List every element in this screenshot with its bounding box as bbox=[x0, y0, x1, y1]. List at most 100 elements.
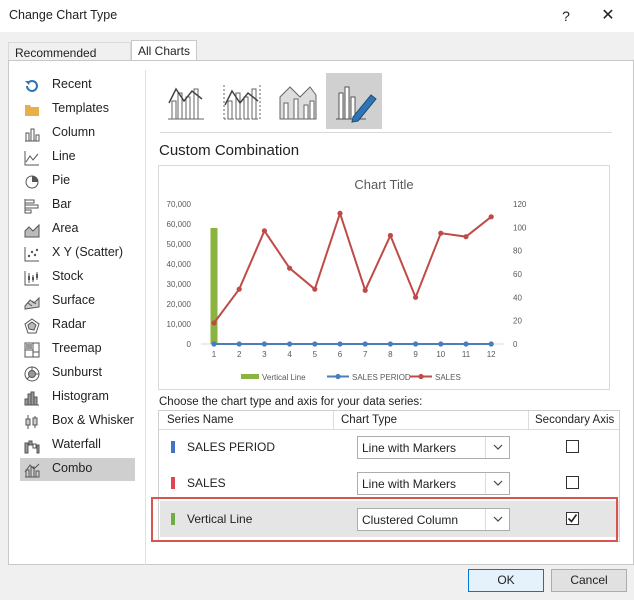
legend-label: Vertical Line bbox=[262, 373, 306, 382]
y-right-tick-label: 0 bbox=[513, 340, 518, 349]
chart-type-box-whisker[interactable]: Box & Whisker bbox=[20, 410, 135, 433]
combo-subtype-clustered-column-line[interactable] bbox=[158, 73, 214, 129]
chart-type-value: Line with Markers bbox=[362, 441, 457, 455]
combo-area-column-icon bbox=[279, 86, 317, 120]
chart-type-scatter[interactable]: X Y (Scatter) bbox=[20, 242, 135, 265]
data-point bbox=[463, 234, 469, 240]
treemap-icon bbox=[24, 342, 40, 358]
chart-type-label: X Y (Scatter) bbox=[52, 245, 124, 259]
data-point bbox=[488, 341, 494, 347]
series-line bbox=[213, 210, 492, 324]
data-point bbox=[463, 341, 469, 347]
series-row-sales-period: SALES PERIOD Line with Markers bbox=[160, 429, 619, 465]
chart-type-dropdown[interactable]: Line with Markers bbox=[357, 436, 510, 459]
combo-column-line-secondary-icon bbox=[223, 85, 261, 120]
data-point bbox=[337, 210, 343, 216]
chart-type-radar[interactable]: Radar bbox=[20, 314, 135, 337]
title-bar: Change Chart Type ? ✕ bbox=[0, 0, 634, 32]
chart-type-combo[interactable]: Combo bbox=[20, 458, 135, 481]
y-left-tick-label: 20,000 bbox=[167, 300, 192, 309]
chart-type-label: Histogram bbox=[52, 389, 109, 403]
x-tick-label: 8 bbox=[388, 350, 393, 359]
chart-type-recent[interactable]: Recent bbox=[20, 74, 135, 97]
legend-marker bbox=[418, 373, 424, 380]
combo-subtype-custom[interactable] bbox=[326, 73, 382, 129]
close-button[interactable]: ✕ bbox=[598, 6, 618, 26]
divider bbox=[160, 132, 612, 133]
chart-type-surface[interactable]: Surface bbox=[20, 290, 135, 313]
data-point bbox=[362, 341, 368, 347]
series-color-swatch bbox=[171, 441, 175, 453]
combo-custom-pencil-icon bbox=[336, 86, 377, 123]
chart-type-bar[interactable]: Bar bbox=[20, 194, 135, 217]
chevron-down-icon[interactable] bbox=[485, 473, 509, 494]
histogram-icon bbox=[24, 391, 39, 406]
chart-type-label: Radar bbox=[52, 317, 87, 331]
header-secondary-axis: Secondary Axis bbox=[535, 414, 615, 426]
combo-subtype-area-column[interactable] bbox=[270, 73, 326, 129]
chart-type-label: Treemap bbox=[52, 341, 102, 355]
tab-all-charts[interactable]: All Charts bbox=[131, 40, 197, 61]
header-series-name: Series Name bbox=[167, 414, 234, 426]
y-left-tick-label: 40,000 bbox=[167, 260, 192, 269]
header-divider bbox=[333, 411, 334, 429]
secondary-axis-checkbox[interactable] bbox=[566, 476, 579, 489]
data-point bbox=[413, 341, 419, 347]
x-tick-label: 6 bbox=[338, 350, 343, 359]
waterfall-icon bbox=[24, 440, 40, 454]
header-divider bbox=[528, 411, 529, 429]
legend-label: SALES bbox=[435, 373, 461, 382]
cancel-button[interactable]: Cancel bbox=[551, 569, 627, 592]
y-left-tick-label: 60,000 bbox=[167, 220, 192, 229]
chart-type-line[interactable]: Line bbox=[20, 146, 135, 169]
data-point bbox=[236, 341, 242, 347]
y-left-tick-label: 50,000 bbox=[167, 240, 192, 249]
bar-chart-icon bbox=[24, 199, 39, 214]
x-tick-label: 4 bbox=[287, 350, 292, 359]
data-point bbox=[261, 341, 267, 347]
chart-type-waterfall[interactable]: Waterfall bbox=[20, 434, 135, 457]
chart-type-dropdown[interactable]: Line with Markers bbox=[357, 472, 510, 495]
combo-subtype-column-line-secondary[interactable] bbox=[214, 73, 270, 129]
dialog-title: Change Chart Type bbox=[9, 8, 118, 22]
data-point bbox=[387, 232, 393, 239]
x-tick-label: 5 bbox=[313, 350, 318, 359]
chart-type-sunburst[interactable]: Sunburst bbox=[20, 362, 135, 385]
x-tick-label: 11 bbox=[462, 350, 471, 359]
stock-chart-icon bbox=[24, 271, 39, 286]
combo-column-line-icon bbox=[168, 87, 204, 120]
series-color-swatch bbox=[171, 477, 175, 489]
series-name: SALES bbox=[187, 476, 226, 490]
series-instruction: Choose the chart type and axis for your … bbox=[159, 396, 423, 408]
chart-type-label: Waterfall bbox=[52, 437, 101, 451]
data-point bbox=[387, 341, 393, 347]
help-button[interactable]: ? bbox=[556, 6, 576, 26]
recent-icon bbox=[25, 80, 38, 92]
chart-type-histogram[interactable]: Histogram bbox=[20, 386, 135, 409]
chart-type-templates[interactable]: Templates bbox=[20, 98, 135, 121]
x-tick-label: 1 bbox=[212, 350, 217, 359]
data-point bbox=[211, 320, 217, 326]
chart-type-label: Surface bbox=[52, 293, 96, 307]
legend-swatch bbox=[241, 374, 259, 379]
x-tick-label: 7 bbox=[363, 350, 368, 359]
x-tick-label: 2 bbox=[237, 350, 242, 359]
chart-type-label: Combo bbox=[52, 461, 93, 475]
y-left-tick-label: 30,000 bbox=[167, 280, 192, 289]
chart-type-area[interactable]: Area bbox=[20, 218, 135, 241]
ok-button[interactable]: OK bbox=[468, 569, 544, 592]
divider bbox=[145, 70, 146, 565]
chart-type-treemap[interactable]: Treemap bbox=[20, 338, 135, 361]
y-right-tick-label: 20 bbox=[513, 317, 522, 326]
chart-type-column[interactable]: Column bbox=[20, 122, 135, 145]
chevron-down-icon[interactable] bbox=[485, 437, 509, 458]
chart-plot: 0 10,000 20,000 30,000 40,000 50,000 60,000 70,… bbox=[167, 200, 527, 382]
chart-type-stock[interactable]: Stock bbox=[20, 266, 135, 289]
secondary-axis-checkbox[interactable] bbox=[566, 440, 579, 453]
data-point bbox=[438, 341, 444, 347]
chart-type-pie[interactable]: Pie bbox=[20, 170, 135, 193]
chart-type-label: Templates bbox=[52, 101, 109, 115]
x-tick-label: 9 bbox=[413, 350, 418, 359]
highlight-annotation bbox=[151, 497, 618, 542]
x-tick-label: 10 bbox=[436, 350, 445, 359]
